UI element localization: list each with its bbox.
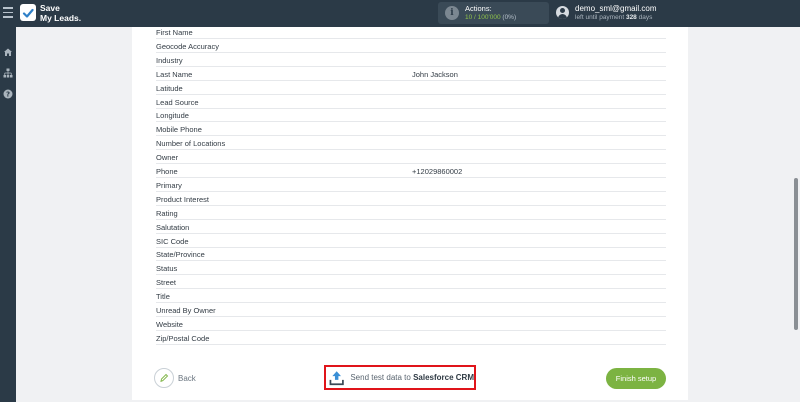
actions-percent: (0%) xyxy=(502,14,517,21)
brand-name[interactable]: Save My Leads. xyxy=(40,3,81,23)
field-name: Last Name xyxy=(156,69,193,79)
field-row: Street xyxy=(156,275,666,290)
send-target: Salesforce CRM xyxy=(413,373,474,382)
field-name: Status xyxy=(156,264,178,274)
actions-label: Actions: xyxy=(465,4,492,13)
field-row: Geocode Accuracy xyxy=(156,39,666,53)
field-name: Primary xyxy=(156,180,182,190)
field-name: Product Interest xyxy=(156,194,209,204)
field-name: Longitude xyxy=(156,111,189,121)
back-button[interactable]: Back xyxy=(154,368,196,388)
home-icon[interactable] xyxy=(3,47,13,57)
field-name: SIC Code xyxy=(156,236,189,246)
field-row: Industry xyxy=(156,53,666,67)
field-row: Status xyxy=(156,261,666,276)
field-row: Last Name John Jackson xyxy=(156,67,666,81)
payment-prefix: left until payment xyxy=(575,14,625,21)
field-name: Zip/Postal Code xyxy=(156,333,210,343)
back-label: Back xyxy=(178,373,196,383)
field-mapping-card: First Name Geocode Accuracy Industry Last N… xyxy=(132,27,688,400)
field-name: Unread By Owner xyxy=(156,306,216,315)
payment-suffix: days xyxy=(638,14,653,21)
field-row: Title xyxy=(156,289,666,304)
left-sidebar: ? xyxy=(0,27,16,402)
send-test-data-label: Send test data to Salesforce CRM xyxy=(350,373,474,382)
top-bar: Save My Leads. i Actions: 10 / 100'000 (… xyxy=(0,0,800,27)
field-name: Mobile Phone xyxy=(156,125,202,135)
brand-line-1: Save xyxy=(40,3,60,13)
pencil-icon xyxy=(160,373,169,382)
sitemap-icon[interactable] xyxy=(3,68,13,78)
actions-counter: i Actions: 10 / 100'000 (0%) xyxy=(438,2,549,24)
field-name: Number of Locations xyxy=(156,139,226,149)
actions-value: 10 / 100'000 (0%) xyxy=(465,14,516,21)
pencil-icon-circle xyxy=(154,368,174,388)
svg-text:?: ? xyxy=(6,91,10,99)
field-name: Geocode Accuracy xyxy=(156,41,219,51)
field-name: Website xyxy=(156,319,183,329)
field-name: Industry xyxy=(156,55,183,65)
field-name: Title xyxy=(156,292,170,302)
field-row: State/Province xyxy=(156,247,666,262)
field-name: Phone xyxy=(156,167,178,176)
field-row: Longitude xyxy=(156,108,666,123)
help-icon[interactable]: ? xyxy=(3,89,13,99)
field-name: Owner xyxy=(156,153,179,163)
field-row: Latitude xyxy=(156,81,666,95)
finish-setup-button[interactable]: Finish setup xyxy=(606,368,666,389)
info-icon: i xyxy=(445,6,459,20)
logo-icon[interactable] xyxy=(20,4,36,21)
field-row: Product Interest xyxy=(156,192,666,206)
payment-days: 328 xyxy=(625,14,637,21)
field-name: First Name xyxy=(156,28,193,37)
field-row: Primary xyxy=(156,178,666,192)
field-name: State/Province xyxy=(156,250,205,260)
field-row: Owner xyxy=(156,150,666,165)
hamburger-menu-icon[interactable] xyxy=(3,7,13,19)
field-name: Street xyxy=(156,278,177,288)
field-row: First Name xyxy=(156,25,666,39)
payment-status: left until payment 328 days xyxy=(575,14,652,21)
field-name: Latitude xyxy=(156,83,183,93)
user-avatar-icon[interactable] xyxy=(556,6,569,19)
field-value: John Jackson xyxy=(412,69,458,79)
send-prefix: Send test data to xyxy=(350,373,411,382)
upload-icon xyxy=(329,370,344,385)
user-email[interactable]: demo_sml@gmail.com xyxy=(575,4,656,13)
field-name: Rating xyxy=(156,208,178,218)
field-row: Lead Source xyxy=(156,95,666,109)
page-scrollbar[interactable] xyxy=(794,178,798,330)
field-row: SIC Code xyxy=(156,234,666,248)
field-row: Phone +12029860002 xyxy=(156,164,666,178)
field-row: Salutation xyxy=(156,220,666,234)
field-row: Mobile Phone xyxy=(156,122,666,137)
send-test-data-button[interactable]: Send test data to Salesforce CRM xyxy=(324,365,476,390)
field-row: Number of Locations xyxy=(156,136,666,151)
field-name: Salutation xyxy=(156,222,190,232)
field-row: Rating xyxy=(156,206,666,220)
field-row: Website xyxy=(156,317,666,331)
field-row: Zip/Postal Code xyxy=(156,331,666,345)
actions-used: 10 / 100'000 xyxy=(465,14,501,21)
field-value: +12029860002 xyxy=(412,167,463,176)
brand-line-2: My Leads. xyxy=(40,13,82,23)
field-row: Unread By Owner xyxy=(156,303,666,317)
field-name: Lead Source xyxy=(156,97,199,107)
